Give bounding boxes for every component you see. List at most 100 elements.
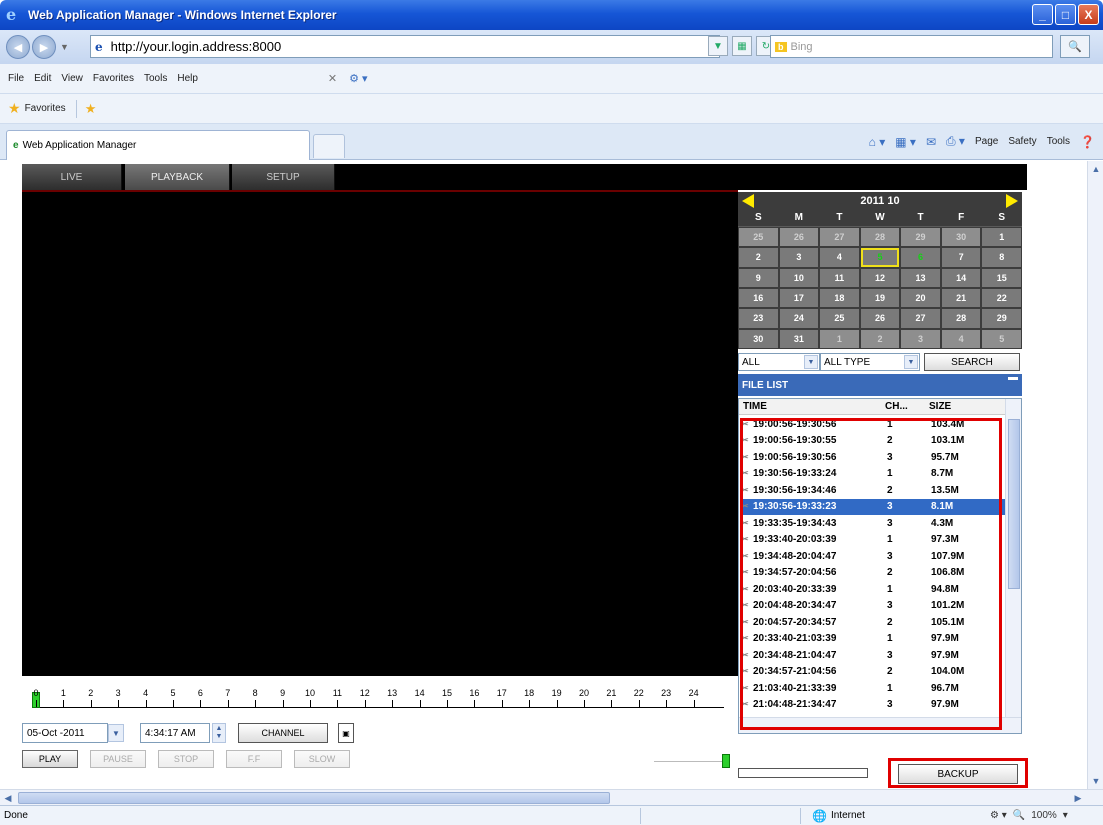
calendar-day[interactable]: 5 [982, 329, 1021, 348]
zoom-level[interactable]: 100% [1031, 810, 1057, 821]
compatibility-icon[interactable]: ▦ [732, 36, 752, 56]
forward-button[interactable]: ▶ [32, 35, 56, 59]
history-dropdown-icon[interactable]: ▼ [60, 42, 69, 52]
tools-menu[interactable]: Tools [1047, 136, 1070, 147]
menu-help[interactable]: Help [177, 73, 198, 84]
menu-favorites[interactable]: Favorites [93, 73, 134, 84]
new-tab-button[interactable] [313, 134, 345, 158]
menu-tools[interactable]: Tools [144, 73, 167, 84]
menu-view[interactable]: View [61, 73, 83, 84]
close-button[interactable]: X [1078, 4, 1099, 25]
calendar-day[interactable]: 1 [982, 228, 1021, 247]
calendar-day[interactable]: 24 [779, 309, 819, 328]
calendar-day[interactable]: 17 [779, 289, 819, 308]
calendar-day[interactable]: 11 [820, 268, 859, 287]
calendar-day[interactable]: 18 [820, 289, 859, 308]
calendar-day[interactable]: 20 [901, 289, 940, 308]
calendar-day[interactable]: 19 [860, 289, 900, 308]
calendar-day[interactable]: 2 [860, 329, 900, 348]
calendar-day[interactable]: 21 [941, 289, 981, 308]
calendar-day[interactable]: 29 [901, 228, 940, 247]
menu-edit[interactable]: Edit [34, 73, 51, 84]
calendar-day[interactable]: 14 [941, 268, 981, 287]
slow-button[interactable]: SLOW [294, 750, 350, 768]
favorites-label[interactable]: Favorites [25, 103, 66, 114]
chevron-down-icon[interactable]: ▼ [904, 355, 918, 369]
date-dropdown-icon[interactable]: ▼ [108, 724, 124, 742]
minimize-icon[interactable] [1008, 377, 1018, 380]
calendar-day[interactable]: 12 [860, 268, 900, 287]
calendar-day[interactable]: 6 [901, 248, 940, 267]
calendar-day[interactable]: 4 [820, 248, 859, 267]
browser-tab[interactable]: e Web Application Manager [6, 130, 310, 160]
feeds-icon[interactable]: ▦ ▾ [895, 135, 916, 149]
scroll-up-icon[interactable]: ▲ [1088, 161, 1103, 177]
address-dropdown-icon[interactable]: ▼ [708, 36, 728, 56]
calendar-day[interactable]: 10 [779, 268, 819, 287]
protected-mode-icon[interactable]: ⚙ ▾ [990, 810, 1007, 821]
time-spinner-icon[interactable]: ▲ ▼ [212, 723, 226, 743]
menu-file[interactable]: File [8, 73, 24, 84]
calendar-day[interactable]: 2 [739, 248, 778, 267]
calendar-day[interactable]: 7 [941, 248, 981, 267]
channel-button[interactable]: CHANNEL [238, 723, 328, 743]
calendar-day[interactable]: 27 [820, 228, 859, 247]
add-favorite-icon[interactable]: ★ [85, 101, 97, 117]
scroll-left-icon[interactable]: ◀ [0, 790, 16, 806]
zoom-dropdown-icon[interactable]: ▾ [1063, 810, 1068, 821]
next-month-icon[interactable] [1006, 194, 1018, 208]
tab-live[interactable]: LIVE [22, 164, 122, 190]
column-time[interactable]: TIME [739, 401, 885, 412]
address-url[interactable]: http://your.login.address:8000 [111, 39, 282, 54]
search-box[interactable]: b Bing [770, 35, 1053, 58]
address-bar[interactable]: e http://your.login.address:8000 [90, 35, 720, 58]
type-select[interactable]: ALL TYPE ▼ [820, 353, 920, 371]
calendar-day[interactable]: 31 [779, 329, 819, 348]
calendar-day[interactable]: 29 [982, 309, 1021, 328]
calendar-day[interactable]: 25 [820, 309, 859, 328]
timeline[interactable]: 0 1 2 3 4 5 6 7 8 9 10 11 12 13 14 15 16 17 18 19 20 21 22 23 24 [26, 676, 738, 716]
zoom-control[interactable]: ⚙ ▾ 🔍 100% ▾ [990, 810, 1068, 821]
prev-month-icon[interactable] [742, 194, 754, 208]
security-zone[interactable]: 🌐 Internet [812, 809, 865, 823]
scroll-down-icon[interactable]: ▼ [1088, 773, 1103, 789]
chevron-down-icon[interactable]: ▼ [804, 355, 818, 369]
home-icon[interactable]: ⌂ ▾ [869, 135, 886, 149]
calendar-day[interactable]: 30 [739, 329, 778, 348]
calendar-day[interactable]: 16 [739, 289, 778, 308]
channel-select[interactable]: ALL ▼ [738, 353, 820, 371]
calendar-day[interactable]: 3 [779, 248, 819, 267]
search-button[interactable]: SEARCH [924, 353, 1020, 371]
scrollbar-thumb[interactable] [1008, 419, 1020, 589]
calendar-day[interactable]: 22 [982, 289, 1021, 308]
calendar-day[interactable]: 5 [860, 248, 900, 267]
volume-slider[interactable] [654, 761, 724, 762]
calendar-day[interactable]: 9 [739, 268, 778, 287]
fullscreen-icon[interactable]: ▣ [338, 723, 354, 743]
toolbar-close-icon[interactable]: ✕ [328, 72, 337, 85]
calendar-day[interactable]: 26 [860, 309, 900, 328]
column-channel[interactable]: CH... [885, 401, 929, 412]
calendar-day[interactable]: 4 [941, 329, 981, 348]
safety-menu[interactable]: Safety [1008, 136, 1036, 147]
help-icon[interactable]: ❓ [1080, 135, 1095, 149]
tab-playback[interactable]: PLAYBACK [125, 164, 230, 190]
mail-icon[interactable]: ✉ [926, 135, 936, 149]
date-picker[interactable]: 05-Oct -2011 [22, 723, 108, 743]
time-input[interactable]: 4:34:17 AM [140, 723, 210, 743]
file-list-scrollbar[interactable] [1005, 399, 1021, 717]
print-icon[interactable]: ⎙ ▾ [946, 134, 965, 149]
calendar-day[interactable]: 3 [901, 329, 940, 348]
tab-setup[interactable]: SETUP [232, 164, 335, 190]
column-size[interactable]: SIZE [929, 401, 989, 412]
calendar-day[interactable]: 13 [901, 268, 940, 287]
page-menu[interactable]: Page [975, 136, 998, 147]
scroll-right-icon[interactable]: ▶ [1070, 790, 1086, 806]
volume-knob[interactable] [722, 754, 730, 768]
pause-button[interactable]: PAUSE [90, 750, 146, 768]
calendar-day[interactable]: 25 [739, 228, 778, 247]
calendar-day[interactable]: 1 [820, 329, 859, 348]
video-player[interactable] [22, 192, 738, 676]
fast-forward-button[interactable]: F.F [226, 750, 282, 768]
calendar-day[interactable]: 15 [982, 268, 1021, 287]
